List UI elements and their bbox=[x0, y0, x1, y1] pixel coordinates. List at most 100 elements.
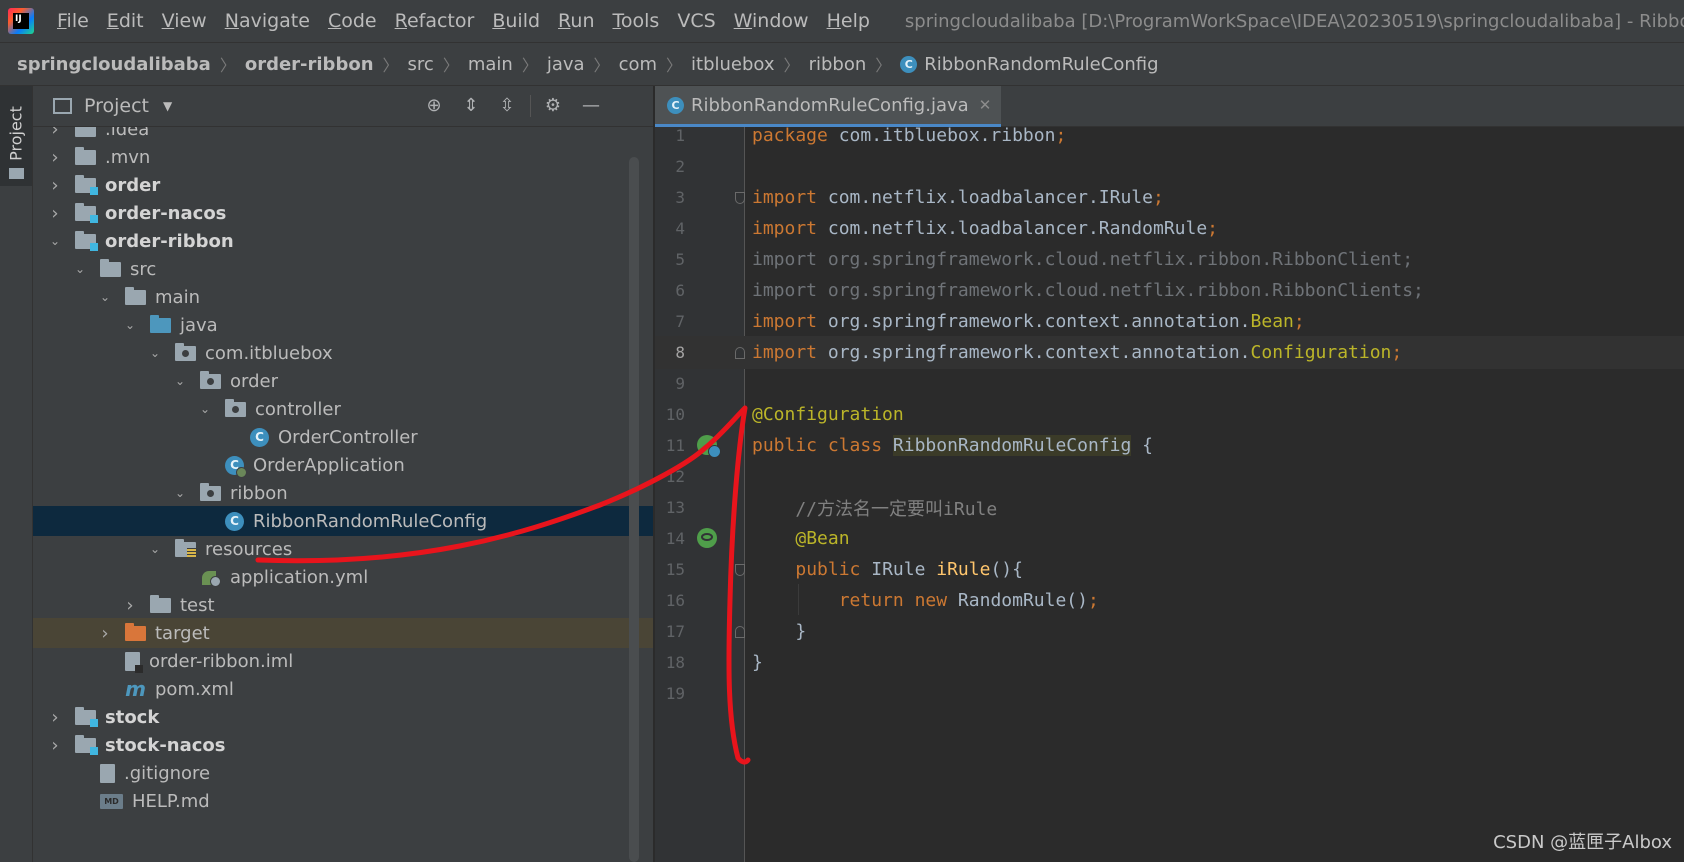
chevron-right-icon[interactable]: › bbox=[47, 707, 63, 728]
tree-item[interactable]: › order-ribbon.iml bbox=[33, 646, 653, 676]
gear-icon[interactable]: ⚙ bbox=[542, 95, 564, 117]
chevron-right-icon[interactable]: › bbox=[47, 127, 63, 140]
fold-marker-icon[interactable] bbox=[735, 347, 745, 359]
chevron-right-icon[interactable]: › bbox=[47, 175, 63, 196]
tree-item[interactable]: ⌄ ribbon bbox=[33, 478, 653, 508]
chevron-right-icon[interactable]: › bbox=[47, 735, 63, 756]
code-line[interactable]: 6 import org.springframework.cloud.netfli… bbox=[655, 274, 1684, 307]
breadcrumb-item[interactable]: order-ribbon bbox=[245, 54, 374, 75]
chevron-down-icon[interactable]: ⌄ bbox=[147, 542, 163, 556]
tree-item[interactable]: › .gitignore bbox=[33, 758, 653, 788]
chevron-down-icon[interactable]: ⌄ bbox=[97, 290, 113, 304]
chevron-right-icon[interactable]: › bbox=[122, 595, 138, 616]
chevron-down-icon[interactable]: ⌄ bbox=[197, 402, 213, 416]
tree-item[interactable]: › C OrderApplication bbox=[33, 450, 653, 480]
code-line[interactable]: 1 package com.itbluebox.ribbon; bbox=[655, 127, 1684, 152]
code-line[interactable]: 10 @Configuration bbox=[655, 398, 1684, 431]
tab-ribbonrandomruleconfig[interactable]: C RibbonRandomRuleConfig.java ✕ bbox=[655, 86, 1002, 127]
menu-item[interactable]: VCS bbox=[677, 10, 715, 32]
code-line[interactable]: 19 bbox=[655, 677, 1684, 710]
chevron-right-icon[interactable]: › bbox=[97, 623, 113, 644]
spring-bean-run-gutter-icon[interactable] bbox=[697, 435, 721, 458]
tree-item[interactable]: ⌄ java bbox=[33, 310, 653, 340]
menu-item[interactable]: Tools bbox=[613, 10, 660, 32]
code-line[interactable]: 12 bbox=[655, 460, 1684, 493]
menu-item[interactable]: File bbox=[57, 10, 89, 32]
chevron-down-icon[interactable]: ▼ bbox=[163, 99, 172, 113]
breadcrumb-item[interactable]: main bbox=[468, 54, 513, 75]
chevron-down-icon[interactable]: ⌄ bbox=[172, 374, 188, 388]
tree-item[interactable]: › target bbox=[33, 618, 653, 648]
breadcrumb-item[interactable]: springcloudalibaba bbox=[17, 54, 211, 75]
code-line[interactable]: 13 //方法名一定要叫iRule bbox=[655, 491, 1684, 524]
tree-item[interactable]: › stock-nacos bbox=[33, 730, 653, 760]
tree-item[interactable]: › order bbox=[33, 170, 653, 200]
tree-item[interactable]: ⌄ resources bbox=[33, 534, 653, 564]
chevron-down-icon[interactable]: ⌄ bbox=[47, 234, 63, 248]
code-line[interactable]: 8 import org.springframework.context.anno… bbox=[655, 336, 1684, 369]
menu-item[interactable]: Edit bbox=[107, 10, 144, 32]
tree-item[interactable]: › C OrderController bbox=[33, 422, 653, 452]
code-line[interactable]: 2 bbox=[655, 150, 1684, 183]
spring-bean-gutter-icon[interactable] bbox=[697, 528, 717, 548]
breadcrumb-item[interactable]: src bbox=[408, 54, 434, 75]
tree-scrollbar[interactable] bbox=[629, 157, 639, 862]
breadcrumb-item[interactable]: com bbox=[619, 54, 657, 75]
code-line[interactable]: 11 public class RibbonRandomRuleConfig { bbox=[655, 429, 1684, 462]
code-line[interactable]: 5 import org.springframework.cloud.netfli… bbox=[655, 243, 1684, 276]
intellij-logo-icon[interactable]: IJ bbox=[8, 8, 34, 34]
chevron-down-icon[interactable]: ⌄ bbox=[72, 262, 88, 276]
project-panel-title[interactable]: Project bbox=[84, 95, 149, 117]
menu-item[interactable]: Window bbox=[734, 10, 809, 32]
menu-item[interactable]: Code bbox=[328, 10, 377, 32]
code-line[interactable]: 9 bbox=[655, 367, 1684, 400]
tree-item[interactable]: › stock bbox=[33, 702, 653, 732]
code-line[interactable]: 17 } bbox=[655, 615, 1684, 648]
tree-item[interactable]: ⌄ main bbox=[33, 282, 653, 312]
breadcrumb-item[interactable]: itbluebox bbox=[691, 54, 775, 75]
tree-item[interactable]: ⌄ order bbox=[33, 366, 653, 396]
chevron-right-icon[interactable]: › bbox=[47, 203, 63, 224]
tree-item[interactable]: › m pom.xml bbox=[33, 674, 653, 704]
tree-item[interactable]: › test bbox=[33, 590, 653, 620]
tree-item[interactable]: ⌄ controller bbox=[33, 394, 653, 424]
chevron-down-icon[interactable]: ⌄ bbox=[172, 486, 188, 500]
breadcrumb-item[interactable]: ribbon bbox=[809, 54, 867, 75]
chevron-down-icon[interactable]: ⌄ bbox=[147, 346, 163, 360]
expand-all-icon[interactable]: ⇕ bbox=[460, 95, 482, 117]
fold-marker-icon[interactable] bbox=[735, 564, 745, 576]
menu-item[interactable]: Build bbox=[492, 10, 540, 32]
code-line[interactable]: 18} bbox=[655, 646, 1684, 679]
close-icon[interactable]: ✕ bbox=[979, 96, 992, 114]
menu-item[interactable]: Navigate bbox=[225, 10, 310, 32]
code-line[interactable]: 14 @Bean bbox=[655, 522, 1684, 555]
code-line[interactable]: 15 public IRule iRule(){ bbox=[655, 553, 1684, 586]
menu-item[interactable]: Refactor bbox=[395, 10, 475, 32]
menu-item[interactable]: View bbox=[162, 10, 207, 32]
code-line[interactable]: 3 import com.netflix.loadbalancer.IRule; bbox=[655, 181, 1684, 214]
chevron-down-icon[interactable]: ⌄ bbox=[122, 318, 138, 332]
fold-marker-icon[interactable] bbox=[735, 192, 745, 204]
code-editor[interactable]: 1 package com.itbluebox.ribbon; 2 3 import c… bbox=[655, 127, 1684, 862]
hide-panel-icon[interactable]: — bbox=[580, 95, 602, 117]
breadcrumb-item[interactable]: java bbox=[547, 54, 585, 75]
tree-item[interactable]: › application.yml bbox=[33, 562, 653, 592]
code-line[interactable]: 4 import com.netflix.loadbalancer.RandomR… bbox=[655, 212, 1684, 245]
menu-item[interactable]: Help bbox=[827, 10, 870, 32]
tree-item[interactable]: › .mvn bbox=[33, 142, 653, 172]
collapse-all-icon[interactable]: ⇳ bbox=[496, 95, 518, 117]
tree-item[interactable]: ⌄ order-ribbon bbox=[33, 226, 653, 256]
breadcrumb-item[interactable]: C RibbonRandomRuleConfig bbox=[900, 54, 1159, 75]
fold-marker-icon[interactable] bbox=[735, 626, 745, 638]
chevron-right-icon[interactable]: › bbox=[47, 147, 63, 168]
tree-item[interactable]: › .idea bbox=[33, 127, 653, 144]
tree-item[interactable]: ⌄ com.itbluebox bbox=[33, 338, 653, 368]
locate-icon[interactable]: ⊕ bbox=[423, 95, 445, 117]
tree-item[interactable]: › C RibbonRandomRuleConfig bbox=[33, 506, 653, 536]
code-line[interactable]: 7 import org.springframework.context.anno… bbox=[655, 305, 1684, 338]
tree-item[interactable]: › order-nacos bbox=[33, 198, 653, 228]
tree-item[interactable]: › MD HELP.md bbox=[33, 786, 653, 816]
menu-item[interactable]: Run bbox=[558, 10, 594, 32]
code-line[interactable]: 16 return new RandomRule(); bbox=[655, 584, 1684, 617]
project-tool-tab[interactable]: Project bbox=[0, 86, 32, 186]
